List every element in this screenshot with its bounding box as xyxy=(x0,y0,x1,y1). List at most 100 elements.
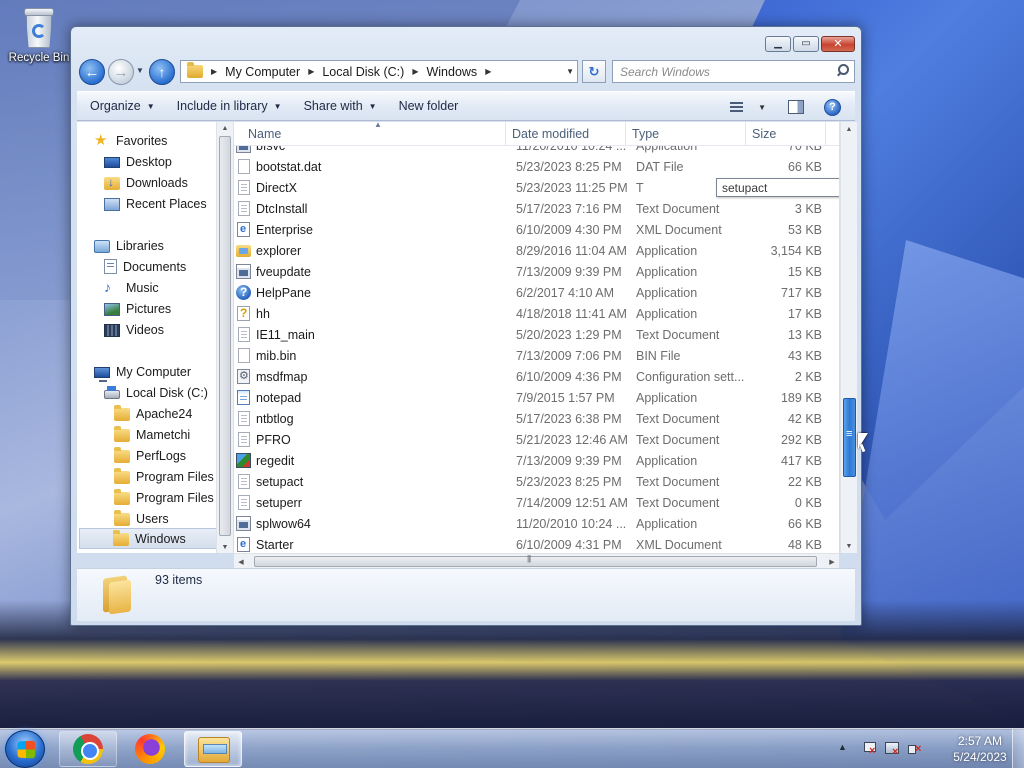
file-row[interactable]: hh 4/18/2018 11:41 AM Application 17 KB xyxy=(234,303,839,324)
address-history-dropdown[interactable]: ▼ xyxy=(566,67,574,76)
scroll-up-icon[interactable]: ▲ xyxy=(841,122,857,136)
videos-icon xyxy=(104,324,120,337)
file-row[interactable]: explorer 8/29/2016 11:04 AM Application 3,1… xyxy=(234,240,839,261)
file-row[interactable]: setupact 5/23/2023 8:25 PM Text Document 22… xyxy=(234,471,839,492)
navigation-pane-scrollbar[interactable]: ▲ ▼ xyxy=(216,122,233,553)
scroll-up-icon[interactable]: ▲ xyxy=(217,122,233,134)
notepad-file-icon xyxy=(237,390,250,405)
file-row[interactable]: mib.bin 7/13/2009 7:06 PM BIN File 43 KB xyxy=(234,345,839,366)
taskbar-explorer[interactable] xyxy=(184,731,242,767)
recycle-bin-shortcut[interactable]: Recycle Bin xyxy=(4,6,74,64)
network-icon[interactable] xyxy=(884,741,900,758)
file-row[interactable]: bootstat.dat 5/23/2023 8:25 PM DAT File 66 … xyxy=(234,156,839,177)
file-row[interactable]: DtcInstall 5/17/2023 7:16 PM Text Document… xyxy=(234,198,839,219)
view-options-dropdown[interactable]: ▼ xyxy=(758,103,766,112)
breadcrumb-local-disk[interactable]: Local Disk (C:) xyxy=(322,65,404,79)
column-name[interactable]: Name ▲ xyxy=(234,122,506,146)
nav-folder-program-files-x86[interactable]: Program Files ( xyxy=(114,487,221,508)
file-row[interactable]: ntbtlog 5/17/2023 6:38 PM Text Document 42 … xyxy=(234,408,839,429)
taskbar-chrome[interactable] xyxy=(59,731,117,767)
recycle-bin-icon xyxy=(22,6,56,50)
file-row[interactable]: setuperr 7/14/2009 12:51 AM Text Document 0… xyxy=(234,492,839,513)
file-row[interactable]: PFRO 5/21/2023 12:46 AM Text Document 292 K… xyxy=(234,429,839,450)
taskbar: ▲ 2:57 AM 5/24/2023 xyxy=(0,728,1024,768)
nav-my-computer[interactable]: My Computer xyxy=(94,361,191,382)
file-list-horizontal-scrollbar[interactable]: ◀ ▶ xyxy=(234,553,839,568)
up-button[interactable]: ↑ xyxy=(149,59,175,85)
scrollbar-thumb[interactable] xyxy=(843,398,856,477)
nav-libraries[interactable]: Libraries xyxy=(94,235,164,256)
new-folder-button[interactable]: New folder xyxy=(393,94,465,118)
nav-folder-perflogs[interactable]: PerfLogs xyxy=(114,445,186,466)
nav-music[interactable]: ♪ Music xyxy=(104,277,159,298)
minimize-button[interactable]: ▁ xyxy=(765,36,791,52)
scrollbar-thumb[interactable] xyxy=(254,554,817,567)
nav-downloads-label: Downloads xyxy=(126,175,188,190)
file-row[interactable]: IE11_main 5/20/2023 1:29 PM Text Document 1… xyxy=(234,324,839,345)
nav-folder-program-files[interactable]: Program Files xyxy=(114,466,214,487)
nav-folder-users[interactable]: Users xyxy=(114,508,169,529)
search-box[interactable] xyxy=(612,60,855,83)
file-size: 17 KB xyxy=(787,306,822,321)
nav-folder-windows[interactable]: Windows xyxy=(79,528,217,549)
scroll-down-icon[interactable]: ▼ xyxy=(217,541,233,553)
breadcrumb-my-computer[interactable]: My Computer xyxy=(225,65,300,79)
maximize-button[interactable]: ▭ xyxy=(793,36,819,52)
nav-desktop[interactable]: Desktop xyxy=(104,151,172,172)
file-row[interactable]: Enterprise 6/10/2009 4:30 PM XML Document 5… xyxy=(234,219,839,240)
nav-documents[interactable]: Documents xyxy=(104,256,186,277)
nav-favorites[interactable]: ★ Favorites xyxy=(94,130,167,151)
nav-recent-places[interactable]: Recent Places xyxy=(104,193,207,214)
scroll-right-icon[interactable]: ▶ xyxy=(825,554,839,569)
include-in-library-menu[interactable]: Include in library ▼ xyxy=(171,94,288,118)
file-row[interactable]: bfsvc11/20/2010 10:24 ...Application70 K… xyxy=(234,146,839,156)
chevron-right-icon[interactable]: ▶ xyxy=(211,67,217,76)
file-row[interactable]: notepad 7/9/2015 1:57 PM Application 189 KB xyxy=(234,387,839,408)
scroll-down-icon[interactable]: ▼ xyxy=(841,539,857,553)
file-row[interactable]: Starter 6/10/2009 4:31 PM XML Document 48 K… xyxy=(234,534,839,553)
file-date-modified: 7/14/2009 12:51 AM xyxy=(516,495,628,510)
nav-local-disk[interactable]: Local Disk (C:) xyxy=(104,382,208,403)
preview-pane-icon[interactable] xyxy=(788,100,804,114)
scrollbar-thumb[interactable] xyxy=(219,136,231,536)
nav-downloads[interactable]: Downloads xyxy=(104,172,188,193)
nav-folder-apache24[interactable]: Apache24 xyxy=(114,403,192,424)
file-row[interactable]: splwow64 11/20/2010 10:24 ... Application 6… xyxy=(234,513,839,534)
file-row[interactable]: msdfmap 6/10/2009 4:36 PM Configuration se… xyxy=(234,366,839,387)
nav-folder-mametchi[interactable]: Mametchi xyxy=(114,424,190,445)
file-size: 3 KB xyxy=(794,201,822,216)
show-desktop-button[interactable] xyxy=(1012,729,1024,768)
refresh-button[interactable]: ↻ xyxy=(582,60,606,83)
column-type[interactable]: Type xyxy=(626,122,746,146)
chevron-right-icon[interactable]: ▶ xyxy=(485,67,491,76)
file-row[interactable]: HelpPane 6/2/2017 4:10 AM Application 717 K… xyxy=(234,282,839,303)
action-center-icon[interactable] xyxy=(862,741,878,757)
help-icon[interactable]: ? xyxy=(824,98,841,116)
start-button[interactable] xyxy=(5,730,45,768)
breadcrumb-windows[interactable]: Windows xyxy=(426,65,477,79)
share-with-menu[interactable]: Share with ▼ xyxy=(298,94,383,118)
file-list-vertical-scrollbar[interactable]: ▲ ▼ xyxy=(840,122,857,553)
forward-button[interactable]: → xyxy=(108,59,134,85)
back-button[interactable]: ← xyxy=(79,59,105,85)
nav-videos[interactable]: Videos xyxy=(104,319,164,340)
address-bar[interactable]: ▶ My Computer ▶ Local Disk (C:) ▶ Window… xyxy=(180,60,578,83)
search-input[interactable] xyxy=(620,64,820,79)
column-date-modified[interactable]: Date modified xyxy=(506,122,626,146)
scroll-left-icon[interactable]: ◀ xyxy=(234,554,248,569)
recent-pages-dropdown[interactable]: ▼ xyxy=(136,66,144,75)
chevron-right-icon[interactable]: ▶ xyxy=(412,67,418,76)
file-row[interactable]: regedit 7/13/2009 9:39 PM Application 417 K… xyxy=(234,450,839,471)
volume-muted-icon[interactable] xyxy=(907,741,923,757)
search-icon[interactable] xyxy=(836,64,849,76)
clock[interactable]: 2:57 AM 5/24/2023 xyxy=(946,733,1014,765)
nav-pictures[interactable]: Pictures xyxy=(104,298,171,319)
file-row[interactable]: fveupdate 7/13/2009 9:39 PM Application 15 … xyxy=(234,261,839,282)
change-view-icon[interactable] xyxy=(728,100,748,114)
close-button[interactable]: ✕ xyxy=(821,36,855,52)
organize-menu[interactable]: Organize ▼ xyxy=(84,94,161,118)
show-hidden-icons-icon[interactable]: ▲ xyxy=(838,742,847,752)
taskbar-firefox[interactable] xyxy=(121,731,179,767)
column-size[interactable]: Size xyxy=(746,122,826,146)
chevron-right-icon[interactable]: ▶ xyxy=(308,67,314,76)
